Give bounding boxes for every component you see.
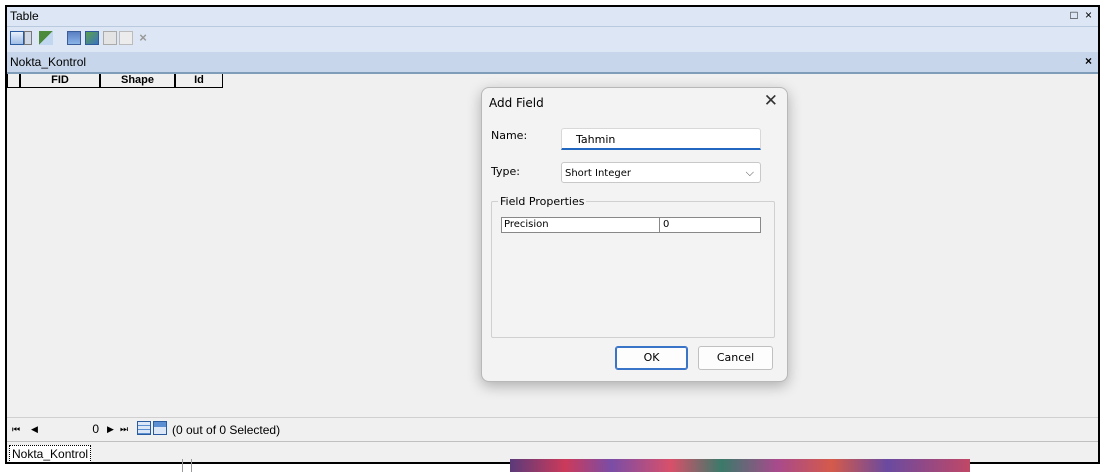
column-header-id[interactable]: Id	[175, 74, 223, 88]
ok-button[interactable]: OK	[615, 346, 688, 370]
property-value-input[interactable]: 0	[663, 219, 669, 230]
tab-close-button[interactable]: ×	[1085, 54, 1092, 68]
select-by-attributes-icon[interactable]	[67, 31, 81, 45]
name-field[interactable]: Tahmin	[561, 128, 761, 150]
type-selected-value: Short Integer	[565, 168, 631, 179]
next-record-button[interactable]: ▶	[107, 424, 114, 435]
show-all-records-icon[interactable]	[137, 421, 151, 435]
property-divider	[659, 218, 660, 232]
related-tables-icon[interactable]	[39, 31, 53, 45]
type-dropdown[interactable]: Short Integer ⌵	[561, 162, 761, 183]
table-options-icon[interactable]	[10, 31, 24, 45]
delete-selected-icon[interactable]: ×	[136, 31, 150, 45]
name-label: Name:	[491, 129, 528, 142]
first-record-button[interactable]: ⏮	[12, 424, 20, 435]
type-label: Type:	[491, 165, 520, 178]
record-number-input[interactable]: 0	[54, 422, 99, 437]
bottom-tab-nokta-kontrol[interactable]: Nokta_Kontrol	[9, 445, 92, 462]
dialog-close-icon[interactable]: ✕	[764, 91, 778, 111]
cancel-button[interactable]: Cancel	[698, 346, 773, 370]
map-scrollbar-fragment	[182, 459, 192, 472]
column-header-shape[interactable]: Shape	[100, 74, 175, 88]
map-raster-background	[510, 459, 970, 472]
show-selected-records-icon[interactable]	[153, 421, 167, 435]
clear-selection-icon[interactable]	[103, 31, 117, 45]
field-properties-title: Field Properties	[498, 195, 587, 208]
row-selector-header[interactable]	[7, 74, 20, 88]
previous-record-button[interactable]: ◀	[31, 424, 38, 435]
window-titlebar[interactable]: Table □ ×	[7, 7, 1098, 27]
window-control-buttons[interactable]: □ ×	[1070, 8, 1094, 22]
dialog-title: Add Field	[489, 96, 544, 110]
dropdown-arrow-icon[interactable]	[24, 31, 32, 45]
table-toolbar: ×	[7, 27, 1098, 52]
table-tab-bar: Nokta_Kontrol ×	[7, 52, 1098, 74]
property-name: Precision	[504, 219, 549, 230]
last-record-button[interactable]: ⏭	[120, 424, 128, 435]
zoom-to-selected-icon[interactable]	[119, 31, 133, 45]
property-row-precision[interactable]: Precision 0	[501, 217, 761, 233]
column-header-fid[interactable]: FID	[20, 74, 100, 88]
chevron-down-icon: ⌵	[745, 166, 754, 179]
add-field-dialog: Add Field ✕ Name: Tahmin Type: Short Int…	[481, 87, 788, 382]
table-status-bar: ⏮ ◀ 0 ▶ ⏭ (0 out of 0 Selected)	[7, 417, 1098, 442]
tab-nokta-kontrol[interactable]: Nokta_Kontrol	[10, 55, 86, 69]
selection-count-text: (0 out of 0 Selected)	[172, 423, 281, 437]
switch-selection-icon[interactable]	[85, 31, 99, 45]
window-title: Table	[10, 9, 39, 23]
